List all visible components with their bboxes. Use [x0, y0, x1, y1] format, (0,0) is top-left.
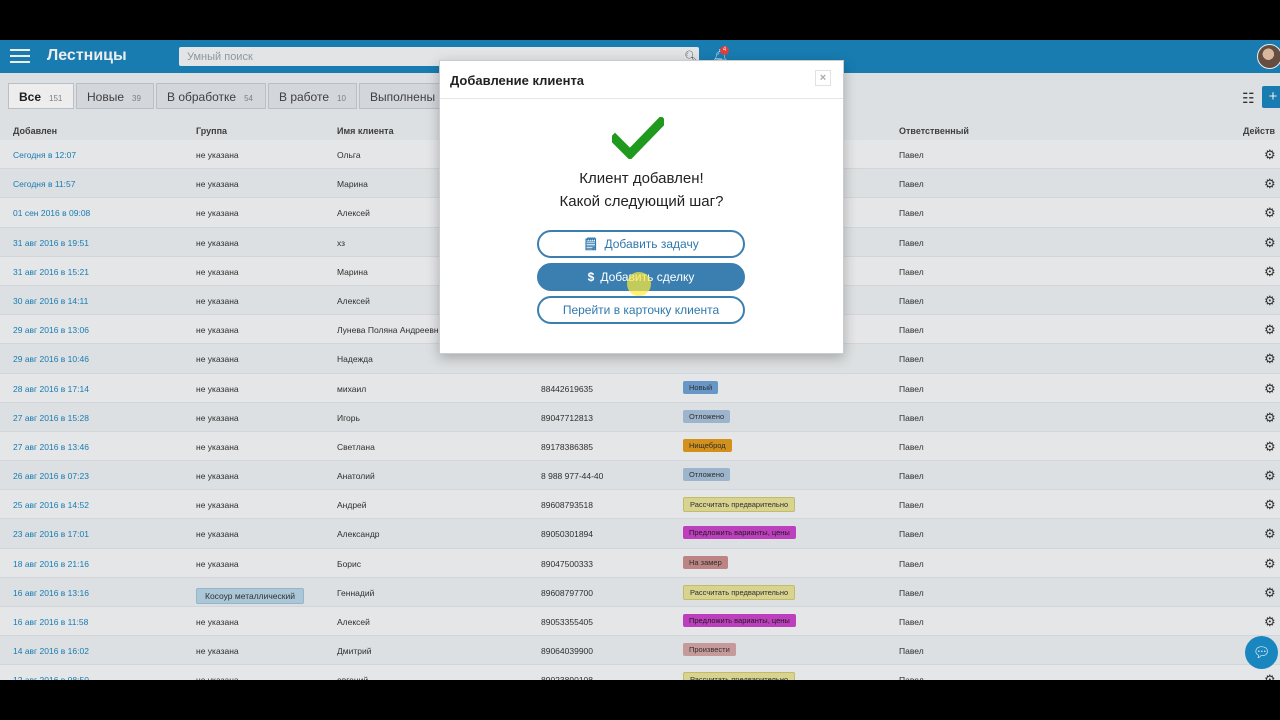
chat-icon[interactable]: 💬︎: [1245, 636, 1278, 669]
add-task-button[interactable]: 🗒︎ Добавить задачу: [537, 230, 745, 258]
success-line: Клиент добавлен!: [579, 170, 704, 187]
open-client-card-button[interactable]: Перейти в карточку клиента: [537, 296, 745, 324]
checkmark-icon: [612, 117, 664, 159]
add-client-dialog: Добавление клиента × Клиент добавлен! Ка…: [439, 60, 844, 354]
task-list-icon: 🗒︎: [583, 237, 599, 251]
dialog-header: Добавление клиента ×: [440, 61, 843, 99]
mouse-cursor-highlight: [627, 272, 651, 296]
dialog-title: Добавление клиента: [450, 73, 585, 88]
close-icon[interactable]: ×: [815, 70, 831, 86]
success-message: Клиент добавлен! Какой следующий шаг?: [440, 167, 843, 213]
open-client-card-label: Перейти в карточку клиента: [562, 303, 720, 317]
next-step-question: Какой следующий шаг?: [559, 193, 724, 210]
add-task-label: Добавить задачу: [604, 237, 699, 251]
app-window: Лестницы 🔍︎ 🔔︎ 4 Все151 Новые39 В обрабо…: [0, 40, 1280, 680]
dollar-icon: $: [587, 270, 595, 284]
